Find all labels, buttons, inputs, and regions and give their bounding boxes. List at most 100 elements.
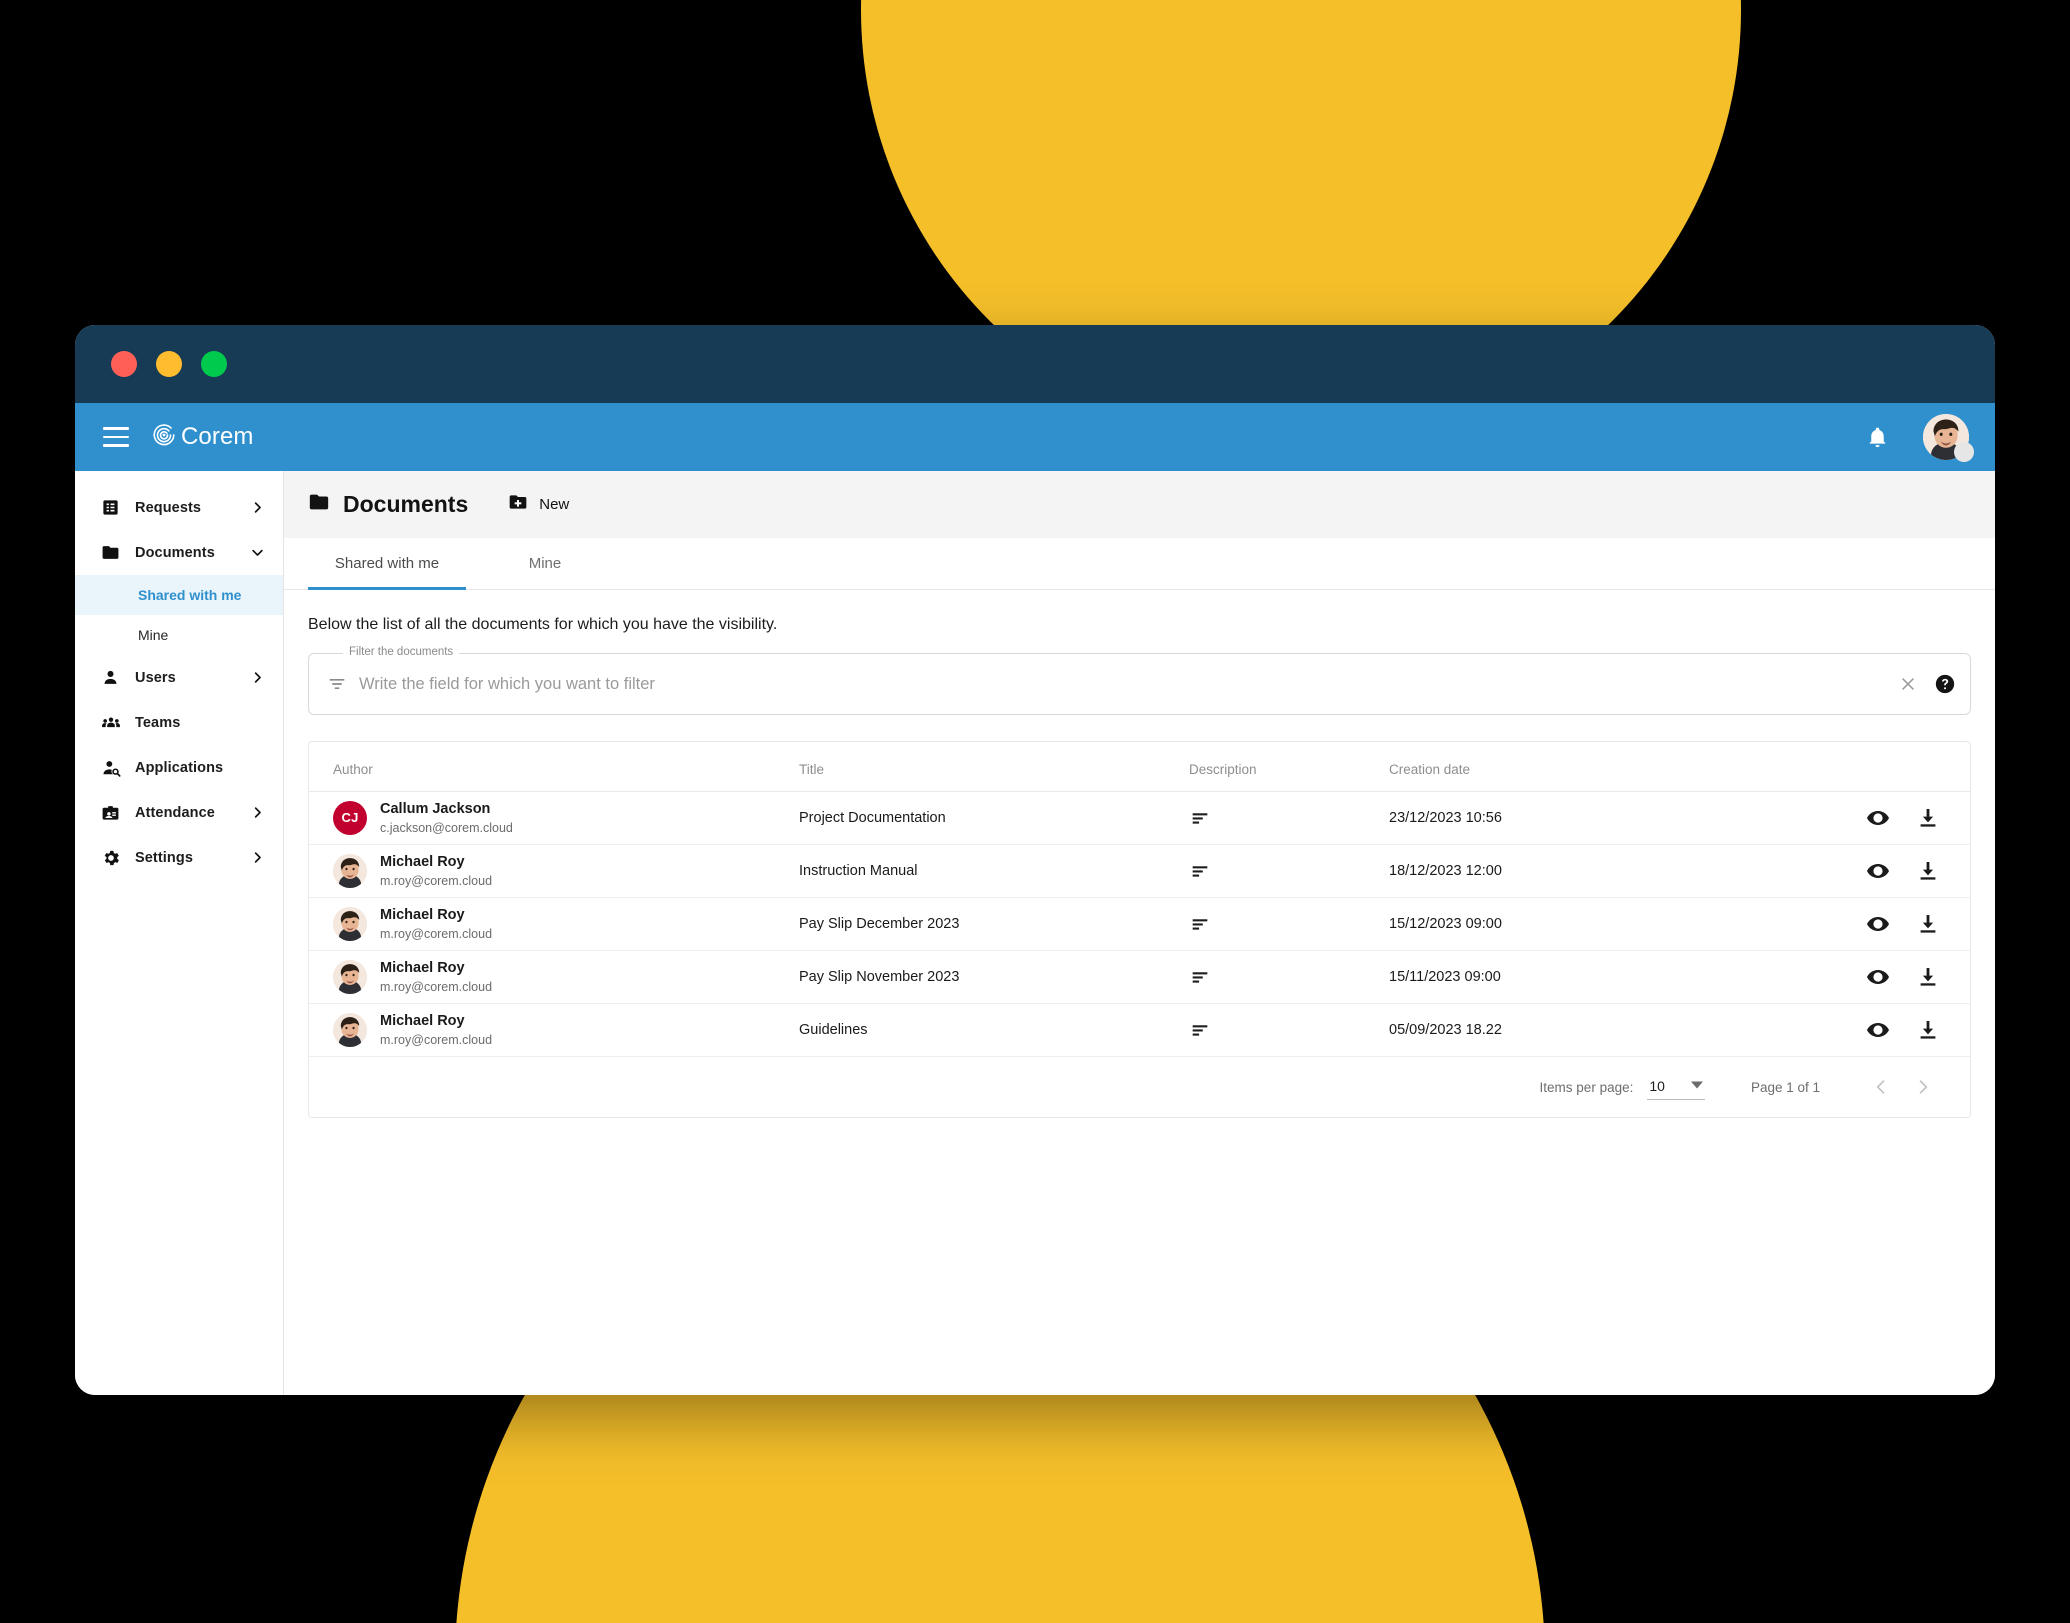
- download-icon[interactable]: [1916, 965, 1940, 989]
- table-row[interactable]: CJ Callum Jackson c.jackson@corem.cloud …: [309, 791, 1970, 845]
- cell-creation-date: 18/12/2023 12:00: [1389, 844, 1689, 898]
- author-email: m.roy@corem.cloud: [380, 873, 493, 888]
- corem-spiral-logo-icon: [151, 422, 177, 453]
- sidebar-item-settings[interactable]: Settings: [75, 835, 283, 880]
- notes-icon: [1189, 913, 1389, 935]
- notes-icon: [1189, 966, 1389, 988]
- sidebar-item-users[interactable]: Users: [75, 655, 283, 700]
- page-title: Documents: [308, 491, 468, 518]
- filter-list-icon: [327, 674, 347, 694]
- close-icon[interactable]: [1898, 674, 1918, 694]
- avatar: [333, 906, 367, 941]
- notes-icon: [1189, 860, 1389, 882]
- sidebar-item-requests[interactable]: Requests: [75, 485, 283, 530]
- download-icon[interactable]: [1916, 912, 1940, 936]
- cell-creation-date: 15/11/2023 09:00: [1389, 950, 1689, 1004]
- filter-input[interactable]: [359, 674, 1890, 694]
- author-email: m.roy@corem.cloud: [380, 979, 493, 994]
- cell-author: CJ Callum Jackson c.jackson@corem.cloud: [309, 791, 799, 845]
- cell-author: Michael Roy m.roy@corem.cloud: [309, 897, 799, 951]
- cell-description: [1189, 844, 1389, 898]
- filter-legend: Filter the documents: [343, 646, 460, 658]
- sidebar-item-label: Requests: [135, 499, 202, 516]
- creation-date: 23/12/2023 10:56: [1389, 810, 1502, 826]
- chevron-right-icon: [250, 805, 265, 820]
- content-area: Documents New Shared with me Mine Below …: [284, 471, 1995, 1395]
- eye-icon[interactable]: [1866, 806, 1890, 830]
- notes-icon: [1189, 1019, 1389, 1041]
- page-title-text: Documents: [343, 491, 469, 517]
- tab-shared-with-me[interactable]: Shared with me: [308, 538, 466, 590]
- cell-author: Michael Roy m.roy@corem.cloud: [309, 844, 799, 898]
- documents-table: Author Title Description Creation date C…: [309, 742, 1970, 1057]
- document-title: Instruction Manual: [799, 863, 918, 879]
- download-icon[interactable]: [1916, 859, 1940, 883]
- bell-icon[interactable]: [1866, 426, 1889, 449]
- previous-page-button[interactable]: [1860, 1066, 1902, 1108]
- notes-icon: [1189, 807, 1389, 829]
- eye-icon[interactable]: [1866, 1018, 1890, 1042]
- avatar[interactable]: [1923, 414, 1974, 462]
- download-icon[interactable]: [1916, 806, 1940, 830]
- items-per-page-select[interactable]: 10: [1647, 1075, 1705, 1100]
- table-row[interactable]: Michael Roy m.roy@corem.cloud Instructio…: [309, 844, 1970, 898]
- sidebar-item-applications[interactable]: Applications: [75, 745, 283, 790]
- column-header-creation-date: Creation date: [1389, 742, 1689, 792]
- list-alt-icon: [101, 498, 123, 517]
- avatar: CJ: [333, 800, 367, 835]
- next-page-button[interactable]: [1902, 1066, 1944, 1108]
- column-header-description: Description: [1189, 742, 1389, 792]
- new-document-button[interactable]: New: [508, 492, 569, 517]
- avatar: [333, 853, 367, 888]
- table-row[interactable]: Michael Roy m.roy@corem.cloud Guidelines: [309, 1003, 1970, 1057]
- sidebar-item-teams[interactable]: Teams: [75, 700, 283, 745]
- cell-description: [1189, 897, 1389, 951]
- table-body: CJ Callum Jackson c.jackson@corem.cloud …: [309, 791, 1970, 1057]
- window-close-button[interactable]: [111, 351, 137, 377]
- eye-icon[interactable]: [1866, 965, 1890, 989]
- cell-title: Guidelines: [799, 1003, 1189, 1057]
- page-header: Documents New: [284, 471, 1995, 538]
- cell-author: Michael Roy m.roy@corem.cloud: [309, 950, 799, 1004]
- column-header-title: Title: [799, 742, 1189, 792]
- download-icon[interactable]: [1916, 1018, 1940, 1042]
- items-per-page-value: 10: [1649, 1077, 1665, 1094]
- author-email: m.roy@corem.cloud: [380, 1032, 493, 1047]
- tab-mine[interactable]: Mine: [466, 538, 624, 589]
- app-top-bar: Corem: [75, 403, 1995, 471]
- person-icon: [101, 668, 123, 687]
- window-maximize-button[interactable]: [201, 351, 227, 377]
- eye-icon[interactable]: [1866, 912, 1890, 936]
- sidebar-item-documents[interactable]: Documents: [75, 530, 283, 575]
- hamburger-menu-icon[interactable]: [103, 427, 129, 447]
- cell-title: Instruction Manual: [799, 844, 1189, 898]
- chevron-right-icon: [250, 500, 265, 515]
- sidebar-item-label: Documents: [135, 544, 215, 561]
- app-body: Requests Documents Shared with me Mine U…: [75, 471, 1995, 1395]
- sidebar-item-label: Settings: [135, 849, 193, 866]
- person-search-icon: [101, 758, 123, 778]
- main-panel: Below the list of all the documents for …: [284, 590, 1995, 1118]
- browser-window: Corem Requests Documents Shared with me …: [75, 325, 1995, 1395]
- table-row[interactable]: Michael Roy m.roy@corem.cloud Pay Slip N…: [309, 950, 1970, 1004]
- paginator: Items per page: 10 Page 1 of 1: [309, 1057, 1970, 1117]
- table-row[interactable]: Michael Roy m.roy@corem.cloud Pay Slip D…: [309, 897, 1970, 951]
- author-email: m.roy@corem.cloud: [380, 926, 493, 941]
- table-head: Author Title Description Creation date: [309, 742, 1970, 792]
- window-minimize-button[interactable]: [156, 351, 182, 377]
- filter-field[interactable]: Filter the documents: [308, 646, 1971, 715]
- help-circle-icon[interactable]: [1934, 673, 1956, 695]
- folder-icon: [308, 491, 330, 518]
- intro-text: Below the list of all the documents for …: [308, 616, 778, 633]
- cell-creation-date: 05/09/2023 18.22: [1389, 1003, 1689, 1057]
- sidebar-item-mine[interactable]: Mine: [75, 615, 283, 655]
- cell-description: [1189, 1003, 1389, 1057]
- people-group-icon: [101, 713, 123, 733]
- creation-date: 18/12/2023 12:00: [1389, 863, 1502, 879]
- sidebar-item-attendance[interactable]: Attendance: [75, 790, 283, 835]
- badge-icon: [101, 803, 123, 822]
- sidebar-item-shared-with-me[interactable]: Shared with me: [75, 575, 283, 615]
- eye-icon[interactable]: [1866, 859, 1890, 883]
- author-name: Michael Roy: [380, 853, 465, 870]
- avatar-status-badge: [1954, 442, 1974, 462]
